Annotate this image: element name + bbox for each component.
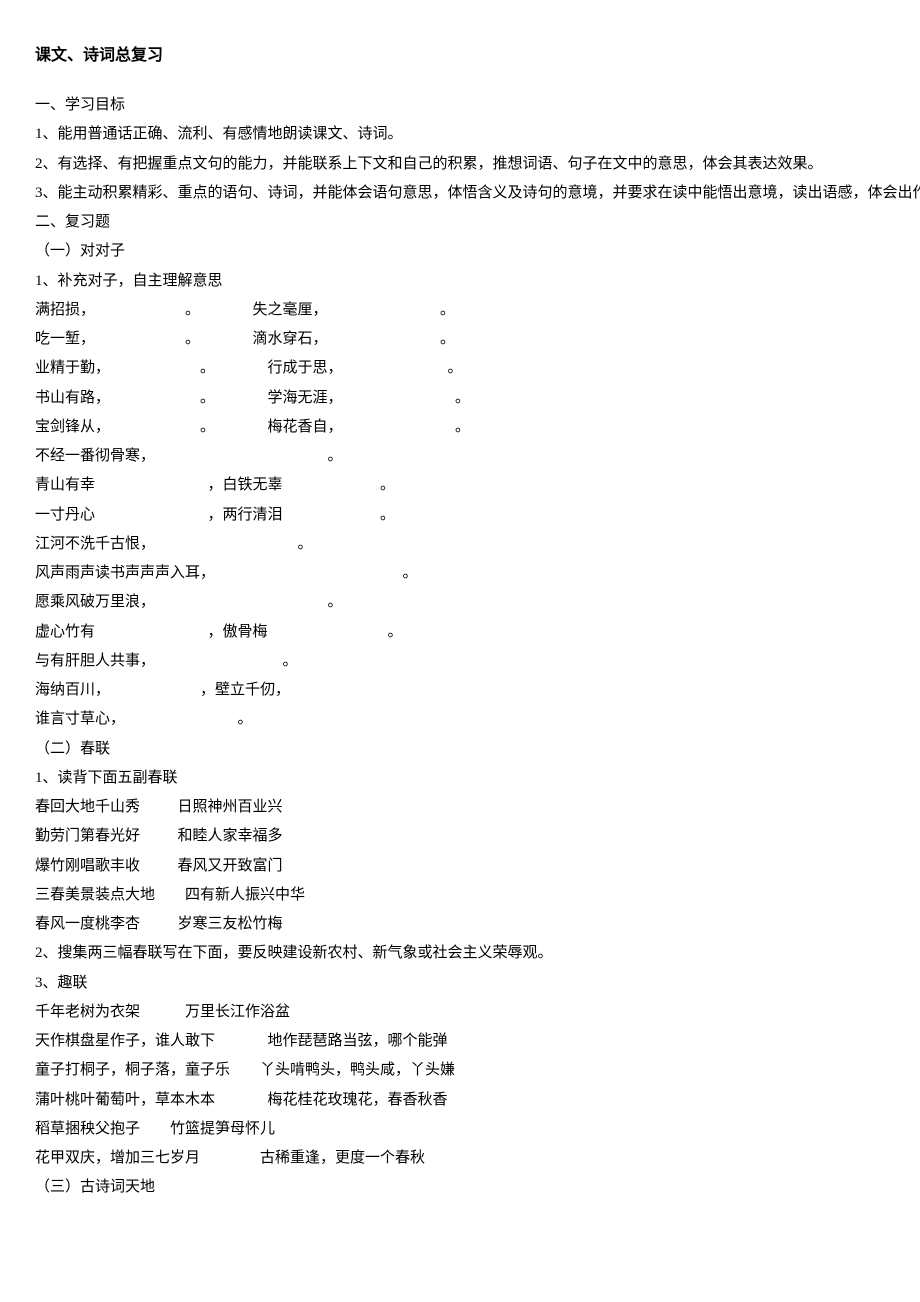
goal-item: 2、有选择、有把握重点文句的能力，并能联系上下文和自己的积累，推想词语、句子在文… — [35, 150, 885, 179]
subsection-header: （一）对对子 — [35, 237, 885, 266]
fill-blank-line: 风声雨声读书声声声入耳， 。 — [35, 559, 885, 588]
fill-blank-line: 青山有幸 ，白铁无辜 。 — [35, 471, 885, 500]
section-header: 一、学习目标 — [35, 91, 885, 120]
goal-item: 3、能主动积累精彩、重点的语句、诗词，并能体会语句意思，体悟含义及诗句的意境，并… — [35, 179, 885, 208]
instruction: 1、读背下面五副春联 — [35, 764, 885, 793]
fill-blank-line: 愿乘风破万里浪， 。 — [35, 588, 885, 617]
section-header: 二、复习题 — [35, 208, 885, 237]
couplet-line: 蒲叶桃叶葡萄叶，草本木本 梅花桂花玫瑰花，春香秋香 — [35, 1086, 885, 1115]
document-title: 课文、诗词总复习 — [35, 40, 885, 71]
subsection-header: （二）春联 — [35, 735, 885, 764]
fill-blank-line: 书山有路， 。 学海无涯， 。 — [35, 384, 885, 413]
couplet-line: 天作棋盘星作子，谁人敢下 地作琵琶路当弦，哪个能弹 — [35, 1027, 885, 1056]
fill-blank-line: 宝剑锋从， 。 梅花香自， 。 — [35, 413, 885, 442]
fill-blank-line: 一寸丹心 ，两行清泪 。 — [35, 501, 885, 530]
couplet-line: 花甲双庆，增加三七岁月 古稀重逢，更度一个春秋 — [35, 1144, 885, 1173]
fill-blank-line: 谁言寸草心， 。 — [35, 705, 885, 734]
fill-blank-line: 江河不洗千古恨， 。 — [35, 530, 885, 559]
couplet-line: 童子打桐子，桐子落，童子乐 丫头啃鸭头，鸭头咸，丫头嫌 — [35, 1056, 885, 1085]
instruction: 2、搜集两三幅春联写在下面，要反映建设新农村、新气象或社会主义荣辱观。 — [35, 939, 885, 968]
instruction: 3、趣联 — [35, 969, 885, 998]
fill-blank-line: 不经一番彻骨寒， 。 — [35, 442, 885, 471]
subsection-header: （三）古诗词天地 — [35, 1173, 885, 1202]
couplet-line: 春风一度桃李杏 岁寒三友松竹梅 — [35, 910, 885, 939]
couplet-line: 稻草捆秧父抱子 竹篮提笋母怀儿 — [35, 1115, 885, 1144]
couplet-line: 春回大地千山秀 日照神州百业兴 — [35, 793, 885, 822]
couplet-line: 勤劳门第春光好 和睦人家幸福多 — [35, 822, 885, 851]
instruction: 1、补充对子，自主理解意思 — [35, 267, 885, 296]
goal-item: 1、能用普通话正确、流利、有感情地朗读课文、诗词。 — [35, 120, 885, 149]
fill-blank-line: 业精于勤， 。 行成于思， 。 — [35, 354, 885, 383]
couplet-line: 三春美景装点大地 四有新人振兴中华 — [35, 881, 885, 910]
fill-blank-line: 与有肝胆人共事， 。 — [35, 647, 885, 676]
fill-blank-line: 吃一堑， 。 滴水穿石， 。 — [35, 325, 885, 354]
fill-blank-line: 虚心竹有 ，傲骨梅 。 — [35, 618, 885, 647]
fill-blank-line: 满招损， 。 失之毫厘， 。 — [35, 296, 885, 325]
couplet-line: 爆竹刚唱歌丰收 春风又开致富门 — [35, 852, 885, 881]
fill-blank-line: 海纳百川， ，壁立千仞， — [35, 676, 885, 705]
couplet-line: 千年老树为衣架 万里长江作浴盆 — [35, 998, 885, 1027]
